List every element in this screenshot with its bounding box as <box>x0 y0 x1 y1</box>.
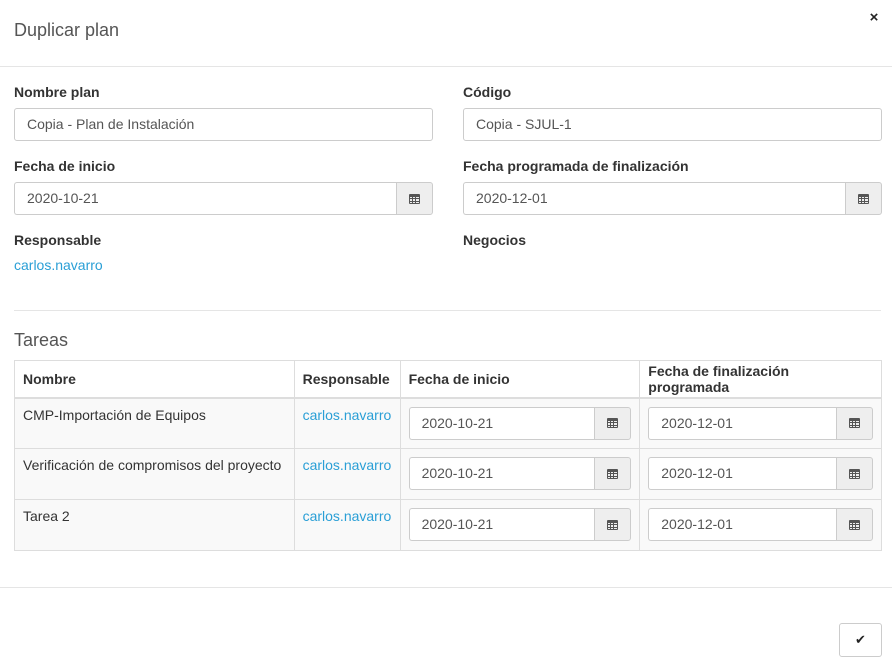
task-start-group: 2020-10-21 <box>408 508 632 541</box>
footer-divider <box>0 587 892 588</box>
check-icon: ✔ <box>855 632 866 647</box>
task-end-input[interactable]: 2020-12-01 <box>648 508 836 541</box>
end-date-calendar-button[interactable] <box>845 182 882 215</box>
calendar-icon <box>849 519 860 530</box>
task-start-calendar-button[interactable] <box>594 457 632 490</box>
tasks-title: Tareas <box>14 330 69 350</box>
task-end-group: 2020-12-01 <box>648 457 873 490</box>
task-end-calendar-button[interactable] <box>836 457 873 490</box>
task-start-input[interactable]: 2020-10-21 <box>408 406 595 440</box>
responsible-label: Responsable <box>14 232 102 248</box>
dialog-title: Duplicar plan <box>14 20 120 40</box>
task-end-group: 2020-12-01 <box>648 406 873 440</box>
start-date-group: 2020-10-21 <box>14 182 433 215</box>
task-end-calendar-button[interactable] <box>836 406 873 440</box>
calendar-icon <box>607 519 619 530</box>
start-date-calendar-button[interactable] <box>396 182 433 215</box>
confirm-button[interactable]: ✔ <box>839 623 882 657</box>
calendar-icon <box>849 418 860 428</box>
calendar-icon <box>607 468 619 479</box>
task-start-input[interactable]: 2020-10-21 <box>408 508 595 541</box>
start-date-label: Fecha de inicio <box>14 158 116 174</box>
column-header-responsible: Responsable <box>293 360 401 399</box>
task-name: CMP-Importación de Equipos <box>14 397 295 449</box>
task-name: Verificación de compromisos del proyecto <box>14 448 295 500</box>
task-end-input[interactable]: 2020-12-01 <box>648 406 836 440</box>
calendar-icon <box>849 468 860 479</box>
table-row: CMP-Importación de Equipos carlos.navarr… <box>14 397 882 449</box>
column-header-start: Fecha de inicio <box>399 360 641 399</box>
task-start-group: 2020-10-21 <box>408 406 632 440</box>
calendar-icon <box>858 193 869 204</box>
close-icon[interactable]: × <box>866 10 882 26</box>
table-row: Tarea 2 carlos.navarro 2020-10-21 2020-1… <box>14 499 882 551</box>
task-start-calendar-button[interactable] <box>594 508 632 541</box>
calendar-icon <box>607 418 619 428</box>
end-date-group: 2020-12-01 <box>463 182 882 215</box>
column-header-name: Nombre <box>14 360 295 399</box>
plan-name-label: Nombre plan <box>14 84 100 100</box>
task-name: Tarea 2 <box>14 499 295 551</box>
task-start-calendar-button[interactable] <box>594 406 632 440</box>
business-label: Negocios <box>463 232 527 248</box>
column-header-end: Fecha de finalización programada <box>639 360 882 399</box>
end-date-input[interactable]: 2020-12-01 <box>463 182 845 215</box>
end-date-label: Fecha programada de finalización <box>463 158 689 174</box>
plan-name-input[interactable]: Copia - Plan de Instalación <box>14 108 433 141</box>
task-responsible-link[interactable]: carlos.navarro <box>303 407 392 423</box>
table-row: Verificación de compromisos del proyecto… <box>14 448 882 500</box>
task-responsible-link[interactable]: carlos.navarro <box>303 508 392 524</box>
responsible-link[interactable]: carlos.navarro <box>14 257 103 273</box>
task-start-group: 2020-10-21 <box>408 457 632 490</box>
table-header-row: Nombre Responsable Fecha de inicio Fecha… <box>14 360 882 399</box>
task-start-input[interactable]: 2020-10-21 <box>408 457 595 490</box>
modal-header: Duplicar plan × <box>0 0 892 67</box>
start-date-input[interactable]: 2020-10-21 <box>14 182 396 215</box>
calendar-icon <box>409 193 420 204</box>
code-label: Código <box>463 84 512 100</box>
code-input[interactable]: Copia - SJUL-1 <box>463 108 882 141</box>
task-end-input[interactable]: 2020-12-01 <box>648 457 836 490</box>
task-end-calendar-button[interactable] <box>836 508 873 541</box>
tasks-table: Nombre Responsable Fecha de inicio Fecha… <box>14 360 882 551</box>
task-end-group: 2020-12-01 <box>648 508 873 541</box>
task-responsible-link[interactable]: carlos.navarro <box>303 457 392 473</box>
section-divider <box>14 310 881 311</box>
